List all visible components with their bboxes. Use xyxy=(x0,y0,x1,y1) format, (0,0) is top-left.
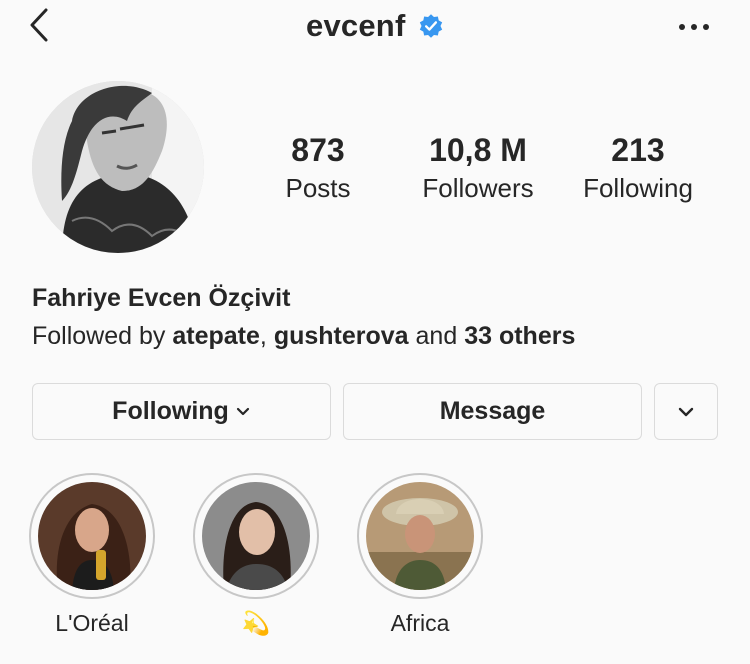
verified-badge-icon xyxy=(419,14,443,38)
stat-following[interactable]: 213 Following xyxy=(568,130,708,205)
more-options-button[interactable] xyxy=(674,14,714,40)
highlight-ring xyxy=(29,473,155,599)
highlight-cover-image xyxy=(366,482,474,590)
highlight-africa[interactable]: Africa xyxy=(356,473,484,637)
posts-count: 873 xyxy=(291,132,345,168)
posts-label: Posts xyxy=(285,173,351,203)
profile-avatar[interactable] xyxy=(32,81,204,253)
highlight-cover-image xyxy=(38,482,146,590)
highlight-cover-image xyxy=(202,482,310,590)
message-button[interactable]: Message xyxy=(343,383,642,440)
mutual-follower-link[interactable]: gushterova xyxy=(274,322,409,350)
highlight-label: 💫 xyxy=(241,610,271,636)
followed-by-prefix: Followed by xyxy=(32,322,166,350)
mutual-followers-others-link[interactable]: 33 others xyxy=(464,322,575,350)
following-button-label: Following xyxy=(112,397,229,425)
followed-by-text[interactable]: Followed by atepate, gushterova and 33 o… xyxy=(32,322,575,351)
suggested-accounts-button[interactable] xyxy=(654,383,718,440)
followed-by-and: and xyxy=(415,322,458,350)
stat-followers[interactable]: 10,8 M Followers xyxy=(408,130,548,205)
mutual-follower-link[interactable]: atepate xyxy=(172,322,260,350)
stat-posts[interactable]: 873 Posts xyxy=(248,130,388,205)
followers-count: 10,8 M xyxy=(429,132,527,168)
following-label: Following xyxy=(583,173,693,203)
followed-by-separator: , xyxy=(259,322,267,350)
following-button[interactable]: Following xyxy=(32,383,331,440)
highlight-ring xyxy=(193,473,319,599)
full-name: Fahriye Evcen Özçivit xyxy=(32,284,291,312)
more-horizontal-icon xyxy=(679,24,709,30)
highlight-loreal[interactable]: L'Oréal xyxy=(28,473,156,637)
highlight-ring xyxy=(357,473,483,599)
profile-header: evcenf xyxy=(0,8,750,44)
followers-label: Followers xyxy=(422,173,534,203)
chevron-down-icon xyxy=(236,407,249,415)
highlight-dizzy[interactable]: 💫 xyxy=(192,473,320,637)
username: evcenf xyxy=(306,8,406,43)
highlight-label: Africa xyxy=(390,610,450,636)
chevron-down-icon xyxy=(678,407,694,416)
message-button-label: Message xyxy=(439,397,546,425)
highlight-label: L'Oréal xyxy=(55,610,129,636)
following-count: 213 xyxy=(611,132,665,168)
